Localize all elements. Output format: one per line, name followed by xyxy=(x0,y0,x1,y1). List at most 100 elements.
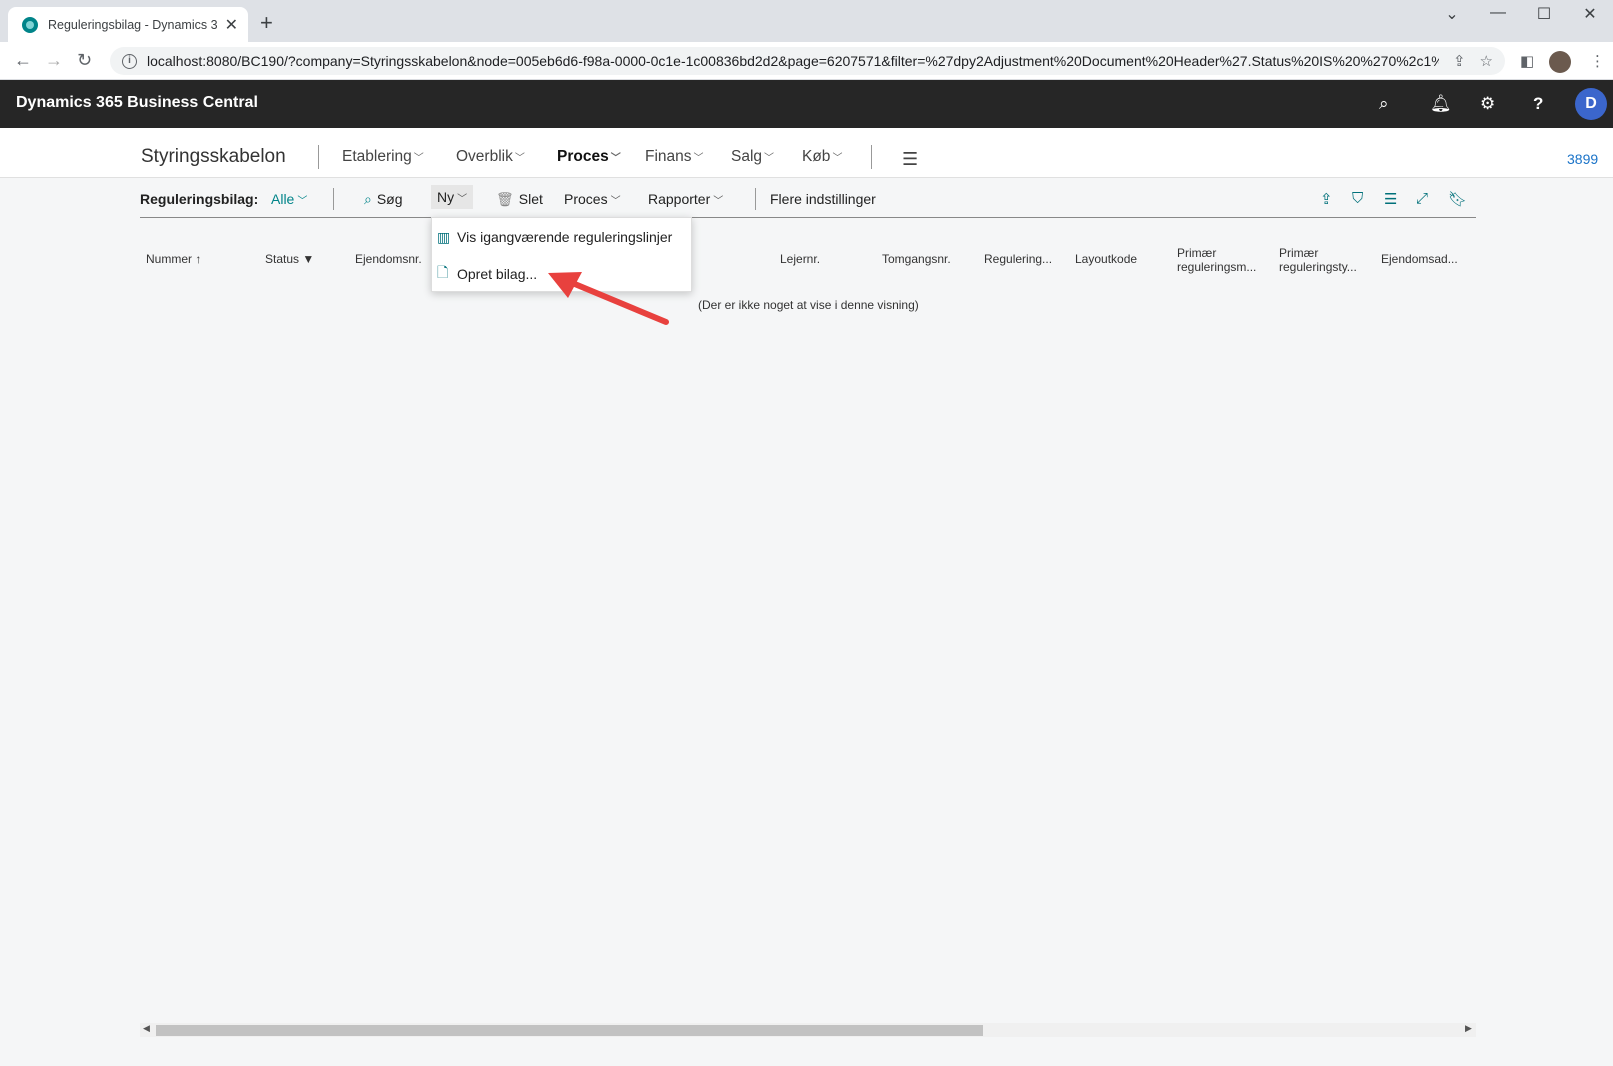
browser-tab[interactable]: Reguleringsbilag - Dynamics 365 ✕ xyxy=(8,7,248,42)
column-header-tomgangsnr[interactable]: Tomgangsnr. xyxy=(882,252,951,266)
chevron-down-icon: ﹀ xyxy=(713,196,724,207)
side-panel-icon[interactable]: ◧ xyxy=(1520,52,1534,70)
list-view-icon[interactable]: ☰ xyxy=(1384,190,1397,208)
column-label-line1: Primær xyxy=(1279,246,1319,260)
column-header-lejernr[interactable]: Lejernr. xyxy=(780,252,820,266)
tab-close-icon[interactable]: ✕ xyxy=(225,15,238,35)
profile-avatar[interactable] xyxy=(1549,51,1571,73)
browser-menu-icon[interactable]: ⋮ xyxy=(1590,52,1605,70)
chevron-down-icon: ﹀ xyxy=(413,153,424,164)
column-label-line2: reguleringsm... xyxy=(1177,260,1257,274)
column-header-ejendomsadresse[interactable]: Ejendomsad... xyxy=(1381,252,1458,266)
filter-funnel-icon: ▼ xyxy=(302,252,315,266)
nav-item-kob[interactable]: Køb ﹀ xyxy=(802,148,842,166)
forward-icon[interactable]: → xyxy=(45,50,63,71)
dynamics-favicon-icon xyxy=(22,16,38,33)
column-label: Nummer xyxy=(146,252,193,266)
nav-item-label: Salg xyxy=(731,148,763,165)
column-header-regulering[interactable]: Regulering... xyxy=(984,252,1052,266)
chevron-down-icon: ﹀ xyxy=(514,153,525,164)
scroll-right-icon[interactable]: ▶ xyxy=(1465,1023,1472,1034)
bookmark-star-icon[interactable]: ☆ xyxy=(1480,52,1493,70)
help-icon[interactable]: ? xyxy=(1533,94,1543,114)
scrollbar-thumb[interactable] xyxy=(156,1025,983,1036)
company-name[interactable]: Styringsskabelon xyxy=(141,146,286,168)
user-avatar[interactable]: D xyxy=(1575,88,1607,120)
notification-bell-icon[interactable]: 🔔︎ xyxy=(1430,94,1452,114)
chevron-down-icon: ﹀ xyxy=(610,196,621,207)
address-bar[interactable]: i localhost:8080/BC190/?company=Styrings… xyxy=(110,47,1505,75)
more-options-button[interactable]: Flere indstillinger xyxy=(770,191,876,207)
nav-item-finans[interactable]: Finans ﹀ xyxy=(645,148,704,166)
new-tab-icon[interactable]: + xyxy=(260,10,273,36)
column-header-ejendomsnr[interactable]: Ejendomsnr. xyxy=(355,252,422,266)
nav-separator xyxy=(318,145,319,169)
nav-item-overblik[interactable]: Overblik ﹀ xyxy=(456,148,525,166)
trash-icon: 🗑︎ xyxy=(496,191,514,207)
view-label: Alle xyxy=(271,191,295,207)
nav-item-label: Overblik xyxy=(456,148,513,165)
maximize-icon[interactable]: ☐ xyxy=(1521,4,1567,24)
nav-item-etablering[interactable]: Etablering ﹀ xyxy=(342,148,424,166)
action-bar: Reguleringsbilag: Alle ﹀ ⌕ Søg Ny ﹀ 🗑︎ Slet … xyxy=(140,178,1476,218)
site-info-icon[interactable]: i xyxy=(122,53,137,69)
empty-list-message: (Der er ikke noget at vise i denne visni… xyxy=(698,298,919,312)
column-header-status[interactable]: Status ▼ xyxy=(265,252,314,266)
reload-icon[interactable]: ↻ xyxy=(77,50,92,71)
chevron-down-icon: ﹀ xyxy=(832,153,843,164)
scroll-left-icon[interactable]: ◀ xyxy=(143,1023,150,1034)
tab-search-icon[interactable]: ⌄ xyxy=(1429,4,1475,24)
app-brand: Dynamics 365 Business Central xyxy=(16,94,258,111)
new-label: Ny xyxy=(437,189,455,205)
column-header-primaer-reguleringstype[interactable]: Primær reguleringsty... xyxy=(1279,246,1357,274)
bookmark-icon[interactable]: 🔖︎ xyxy=(1448,190,1467,208)
reports-label: Rapporter xyxy=(648,191,711,207)
share-icon[interactable]: ⇪ xyxy=(1320,190,1333,208)
nav-item-salg[interactable]: Salg ﹀ xyxy=(731,148,774,166)
share-icon[interactable]: ⇪ xyxy=(1453,52,1466,70)
new-document-icon: 🗋 xyxy=(437,264,449,280)
app-header: Dynamics 365 Business Central ⌕ 🔔︎ ⚙ ? D xyxy=(0,80,1613,128)
role-navigation: Styringsskabelon Etablering ﹀ Overblik ﹀ P… xyxy=(0,128,1613,178)
process-menu-button[interactable]: Proces ﹀ xyxy=(564,191,621,207)
chevron-down-icon: ﹀ xyxy=(764,153,775,164)
settings-gear-icon[interactable]: ⚙ xyxy=(1480,94,1495,114)
horizontal-scrollbar[interactable]: ◀ ▶ xyxy=(140,1023,1476,1037)
column-header-nummer[interactable]: Nummer ↑ xyxy=(146,252,201,266)
search-button[interactable]: ⌕ Søg xyxy=(364,191,403,208)
expand-icon[interactable]: ⤢ xyxy=(1416,190,1428,207)
menu-item-show-active-adjustment-lines[interactable]: ▥ Vis igangværende reguleringslinjer xyxy=(432,219,691,255)
column-label-line2: reguleringsty... xyxy=(1279,260,1357,274)
column-header-layoutkode[interactable]: Layoutkode xyxy=(1075,252,1137,266)
browser-tab-strip: Reguleringsbilag - Dynamics 365 ✕ + ⌄ — … xyxy=(0,0,1613,42)
search-icon[interactable]: ⌕ xyxy=(1379,94,1389,114)
hamburger-menu-icon[interactable]: ☰ xyxy=(902,149,918,170)
process-label: Proces xyxy=(564,191,608,207)
nav-item-label: Etablering xyxy=(342,148,412,165)
nav-item-proces[interactable]: Proces ﹀ xyxy=(557,148,621,166)
action-separator xyxy=(755,188,756,210)
sort-ascending-icon: ↑ xyxy=(195,252,202,266)
nav-separator xyxy=(871,145,872,169)
new-button[interactable]: Ny ﹀ xyxy=(431,185,474,209)
browser-toolbar: ← → ↻ i localhost:8080/BC190/?company=St… xyxy=(0,42,1613,80)
page-title: Reguleringsbilag: xyxy=(140,191,259,207)
nav-item-label: Køb xyxy=(802,148,831,165)
back-icon[interactable]: ← xyxy=(14,50,32,71)
delete-button[interactable]: 🗑︎ Slet xyxy=(496,191,543,208)
window-close-icon[interactable]: ✕ xyxy=(1567,4,1613,24)
menu-item-label: Opret bilag... xyxy=(457,266,538,282)
filter-icon[interactable]: ⛉ xyxy=(1352,190,1363,207)
company-number[interactable]: 3899 xyxy=(1567,151,1598,167)
view-selector[interactable]: Alle ﹀ xyxy=(271,191,307,207)
column-header-primaer-reguleringsmetode[interactable]: Primær reguleringsm... xyxy=(1177,246,1256,274)
chevron-down-icon: ﹀ xyxy=(610,153,621,164)
menu-item-label: Vis igangværende reguleringslinjer xyxy=(457,229,673,245)
table-icon: ▥ xyxy=(437,228,451,245)
reports-menu-button[interactable]: Rapporter ﹀ xyxy=(648,191,723,207)
chevron-down-icon: ﹀ xyxy=(297,196,308,207)
search-icon: ⌕ xyxy=(364,191,372,207)
column-label-line1: Primær xyxy=(1177,246,1217,260)
minimize-icon[interactable]: — xyxy=(1475,4,1521,22)
annotation-arrow-icon xyxy=(548,272,669,325)
